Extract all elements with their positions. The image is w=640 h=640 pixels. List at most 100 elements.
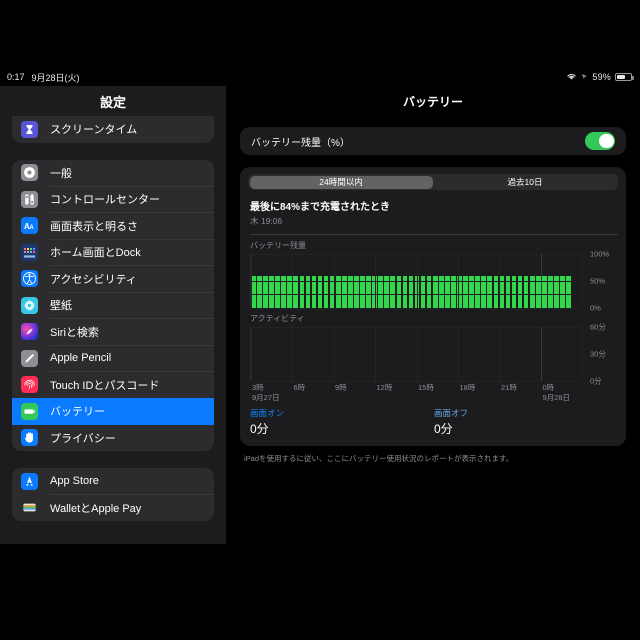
gridline-vertical — [540, 253, 542, 308]
last-charge-time: 木 19:06 — [250, 216, 283, 226]
sidebar-scroll-area[interactable]: スクリーンタイム 一般 コントロールセンター A A 画面表示と明るさ ホーム画… — [0, 116, 226, 544]
fingerprint-icon — [21, 376, 38, 394]
screen-on-label: 画面オン — [250, 407, 285, 418]
hourglass-icon — [21, 120, 38, 138]
x-axis-date-label: 9月28日 — [542, 392, 571, 402]
screen-on-summary: 画面オン 0分 — [250, 407, 434, 437]
sidebar-item-apple-pencil[interactable]: Apple Pencil — [12, 345, 214, 372]
wallet-icon — [21, 499, 38, 517]
gridline-vertical — [416, 326, 417, 381]
sidebar-item-label: スクリーンタイム — [50, 124, 138, 137]
sidebar-item-label: Apple Pencil — [50, 352, 112, 365]
sidebar-item-siri-search[interactable]: Siriと検索 — [12, 319, 214, 345]
sidebar-item-label: コントロールセンター — [50, 194, 160, 207]
status-bar-left: 0:17 9月28日(火) — [0, 71, 80, 84]
sidebar-item-control-center[interactable]: コントロールセンター — [12, 186, 214, 213]
y-axis-tick-label: 60分 — [590, 322, 606, 331]
sidebar-item-display-brightness[interactable]: A A 画面表示と明るさ — [12, 213, 214, 239]
ipad-screen: 0:17 9月28日(火) 59% 設定 スクリーンタイム 一般 コントロールセ… — [0, 68, 640, 544]
gridline-vertical — [375, 326, 376, 381]
sliders-icon — [21, 190, 38, 208]
time-range-segmented-control[interactable]: 24時間以内 過去10日 — [248, 174, 618, 190]
settings-sidebar[interactable]: 設定 スクリーンタイム 一般 コントロールセンター A A 画面表示と明るさ ホ… — [0, 86, 226, 544]
gridline-vertical — [457, 326, 459, 381]
sidebar-item-label: バッテリー — [50, 406, 105, 419]
segment-last-10-days[interactable]: 過去10日 — [434, 176, 617, 189]
sidebar-item-label: 一般 — [50, 167, 72, 180]
gridline-vertical — [292, 253, 293, 308]
hand-icon — [21, 429, 38, 447]
sidebar-item-accessibility[interactable]: アクセシビリティ — [12, 266, 214, 292]
battery-level-chart: 0% 50% 100% — [248, 249, 618, 312]
activity-plot-area: 0分 30分 60分 — [250, 322, 606, 385]
battery-detail-pane: バッテリー バッテリー残量（%） 24時間以内 過去10日 最後に84%まで充電… — [226, 86, 640, 544]
x-axis-tick-label: 21時 — [501, 382, 517, 392]
gridline-vertical — [582, 253, 583, 308]
battery-percentage-label: バッテリー残量（%） — [251, 137, 350, 149]
sidebar-item-battery[interactable]: バッテリー — [12, 398, 214, 425]
activity-chart: 0分 30分 60分 — [248, 322, 618, 385]
sidebar-item-label: アクセシビリティ — [50, 273, 137, 286]
y-axis-tick-label: 50% — [590, 276, 606, 285]
activity-x-axis-labels: 3時 9月27日 6時 9時 12時 15時 18時 21時 0時 9月28日 — [250, 381, 582, 403]
sidebar-item-label: 画面表示と明るさ — [50, 220, 138, 233]
battery-icon — [21, 402, 38, 420]
sidebar-item-screentime[interactable]: スクリーンタイム — [12, 116, 214, 143]
divider — [250, 234, 618, 235]
segment-last-24-hours[interactable]: 24時間以内 — [249, 175, 433, 189]
x-axis-tick-label: 12時 — [376, 382, 393, 392]
gridline-vertical — [457, 253, 459, 308]
gridline-horizontal — [251, 307, 582, 308]
gridline-vertical — [416, 253, 417, 308]
sidebar-group-1: 一般 コントロールセンター A A 画面表示と明るさ ホーム画面とDock アク… — [12, 159, 214, 452]
status-date: 9月28日(火) — [31, 72, 80, 83]
status-bar-right: 59% — [566, 68, 634, 86]
svg-text:A: A — [29, 225, 34, 231]
sidebar-item-general[interactable]: 一般 — [12, 160, 214, 186]
last-charge-block: 最後に84%まで充電されたとき 木 19:06 — [248, 198, 618, 227]
status-battery-percent: 59% — [592, 72, 611, 82]
battery-percentage-toggle[interactable] — [585, 132, 615, 150]
wifi-icon — [566, 72, 577, 83]
screen-off-label: 画面オフ — [434, 407, 469, 418]
gridline-vertical — [251, 253, 252, 308]
sidebar-item-home-screen-dock[interactable]: ホーム画面とDock — [12, 239, 214, 266]
sidebar-group-0: スクリーンタイム — [12, 116, 214, 143]
gridline-vertical — [499, 326, 500, 381]
sidebar-item-label: Touch IDとパスコード — [50, 379, 160, 392]
sidebar-item-touchid-passcode[interactable]: Touch IDとパスコード — [12, 372, 214, 398]
x-axis-tick-label: 9時 — [335, 382, 347, 392]
toggle-knob — [598, 133, 614, 149]
x-axis-tick-label: 6時 — [293, 382, 306, 392]
x-axis-tick-label: 15時 — [418, 382, 434, 392]
y-axis-tick-label: 0% — [590, 303, 601, 312]
usage-summary: 画面オン 0分 画面オフ 0分 — [248, 407, 618, 437]
y-axis-tick-label: 0分 — [590, 376, 602, 385]
sidebar-item-privacy[interactable]: プライバシー — [12, 425, 214, 452]
sidebar-item-app-store[interactable]: App Store — [12, 468, 214, 495]
gridline-vertical — [582, 326, 583, 381]
sidebar-item-wallpaper[interactable]: 壁紙 — [12, 292, 214, 319]
sidebar-item-label: App Store — [50, 475, 99, 488]
gridline-vertical — [333, 326, 335, 381]
sidebar-item-label: プライバシー — [50, 432, 116, 445]
status-bar: 0:17 9月28日(火) 59% — [0, 68, 640, 86]
y-axis-tick-label: 30分 — [590, 349, 606, 358]
siri-orb-icon — [21, 323, 38, 341]
sidebar-item-label: 壁紙 — [50, 300, 72, 313]
appstore-icon — [21, 472, 38, 490]
pencil-icon — [21, 349, 38, 367]
sidebar-item-wallet-apple-pay[interactable]: WalletとApple Pay — [12, 495, 214, 522]
sidebar-item-label: ホーム画面とDock — [50, 247, 141, 260]
screen-on-value: 0分 — [250, 421, 269, 436]
gridline-vertical — [375, 253, 376, 308]
gridline-vertical — [251, 326, 252, 381]
sidebar-group-2: App Store WalletとApple Pay — [12, 468, 214, 521]
sidebar-item-label: WalletとApple Pay — [50, 502, 142, 515]
battery-percentage-row[interactable]: バッテリー残量（%） — [240, 127, 626, 155]
x-axis-tick-label: 18時 — [459, 382, 476, 392]
last-charge-title: 最後に84%まで充電されたとき — [250, 202, 391, 213]
sidebar-title: 設定 — [0, 86, 226, 116]
battery-icon — [615, 72, 634, 82]
accessibility-icon — [21, 270, 38, 288]
